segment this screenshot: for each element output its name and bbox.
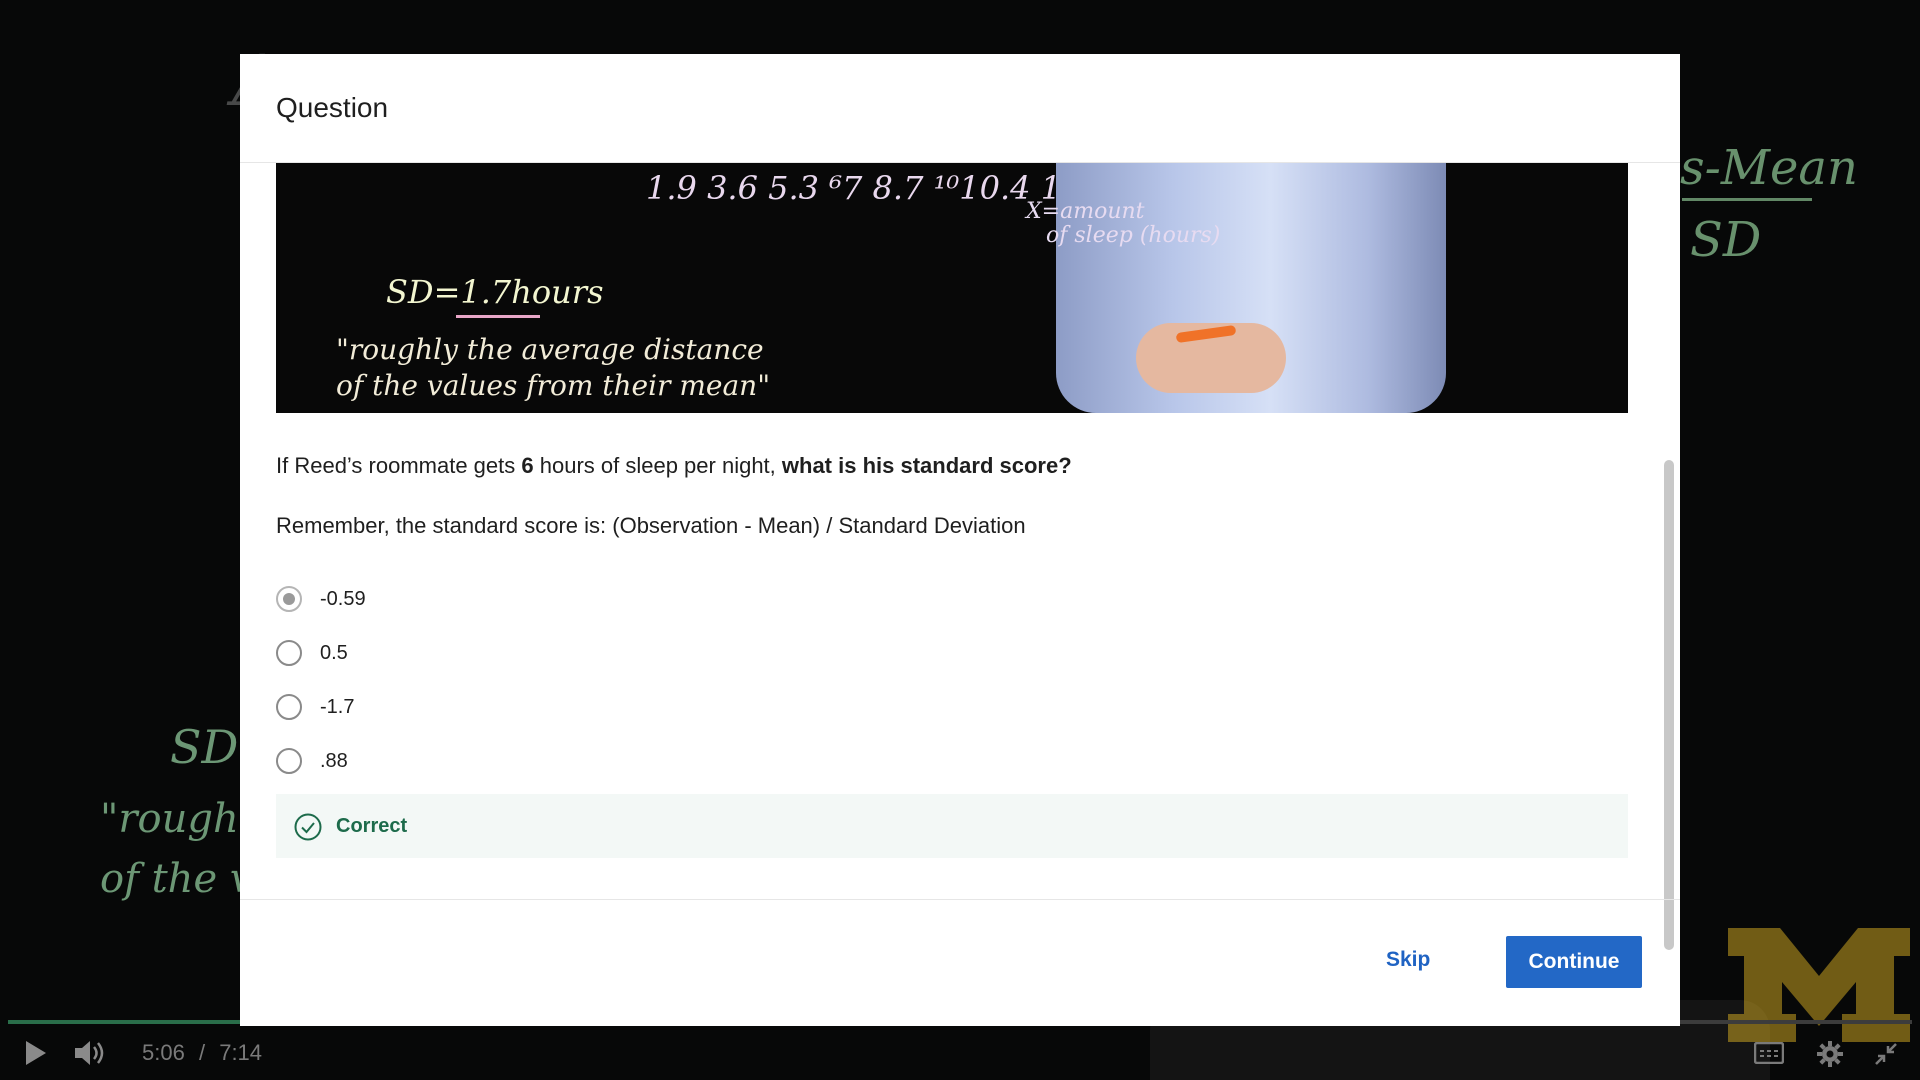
feedback-text: Correct: [336, 815, 408, 837]
question-prompt: what is his standard score?: [781, 453, 1072, 478]
play-icon[interactable]: [24, 1040, 48, 1066]
radio-icon[interactable]: [276, 640, 302, 666]
volume-icon[interactable]: [74, 1040, 106, 1066]
answer-option[interactable]: .88: [276, 746, 348, 776]
video-still-image: 1.9 3.6 5.3 ⁶7 8.7 ¹⁰10.4 12.1 X=amount …: [276, 163, 1628, 413]
check-circle-icon: [294, 813, 322, 841]
question-text: If Reed’s roommate gets 6 hours of sleep…: [276, 453, 1072, 479]
modal-header: Question: [240, 54, 1680, 163]
question-part-1: If Reed’s roommate gets: [276, 453, 522, 478]
answer-option-label: 0.5: [320, 641, 348, 664]
skip-button[interactable]: Skip: [1386, 948, 1430, 972]
modal-title: Question: [276, 92, 389, 123]
question-modal: Question 1.9 3.6 5.3 ⁶7 8.7 ¹⁰10.4 12.1 …: [240, 54, 1680, 1026]
time-display: 5:06 / 7:14: [142, 1040, 262, 1066]
radio-selected-icon[interactable]: [276, 586, 302, 612]
reminder-text: Remember, the standard score is: (Observ…: [276, 513, 1026, 538]
answer-option-label: .88: [320, 749, 348, 772]
still-quote-line-2: of the values from their mean": [336, 369, 771, 402]
time-separator: /: [198, 1040, 206, 1065]
answer-option[interactable]: -0.59: [276, 584, 366, 614]
duration: 7:14: [219, 1040, 263, 1065]
settings-gear-icon[interactable]: [1816, 1040, 1844, 1068]
answer-option-label: -0.59: [320, 587, 366, 610]
chalk-mean: s-Mean: [1680, 140, 1858, 196]
exit-fullscreen-icon[interactable]: [1874, 1042, 1898, 1066]
current-time: 5:06: [142, 1040, 185, 1065]
captions-icon[interactable]: [1754, 1042, 1784, 1064]
chalk-fraction-line: [1682, 198, 1812, 201]
radio-icon[interactable]: [276, 748, 302, 774]
player-controls: [0, 1024, 1920, 1080]
answer-option-label: -1.7: [320, 695, 355, 718]
chalk-sd-denominator: SD: [1690, 212, 1762, 268]
still-sd-label: SD=1.7hours: [386, 273, 604, 311]
still-underline: [456, 315, 540, 318]
continue-button[interactable]: Continue: [1506, 936, 1642, 988]
feedback-banner: Correct: [276, 794, 1628, 858]
modal-body: 1.9 3.6 5.3 ⁶7 8.7 ¹⁰10.4 12.1 X=amount …: [240, 163, 1680, 953]
modal-scrollbar[interactable]: [1664, 460, 1674, 950]
answer-option[interactable]: 0.5: [276, 638, 348, 668]
still-quote-line-1: "roughly the average distance: [336, 333, 764, 366]
radio-icon[interactable]: [276, 694, 302, 720]
modal-footer: Skip Continue: [240, 899, 1680, 1027]
question-hours: 6: [521, 453, 534, 478]
still-x-label: X=amount: [1026, 199, 1145, 224]
answer-option[interactable]: -1.7: [276, 692, 354, 722]
question-part-2: hours of sleep per night,: [533, 453, 782, 478]
still-x-label-units: of sleep (hours): [1046, 223, 1221, 248]
